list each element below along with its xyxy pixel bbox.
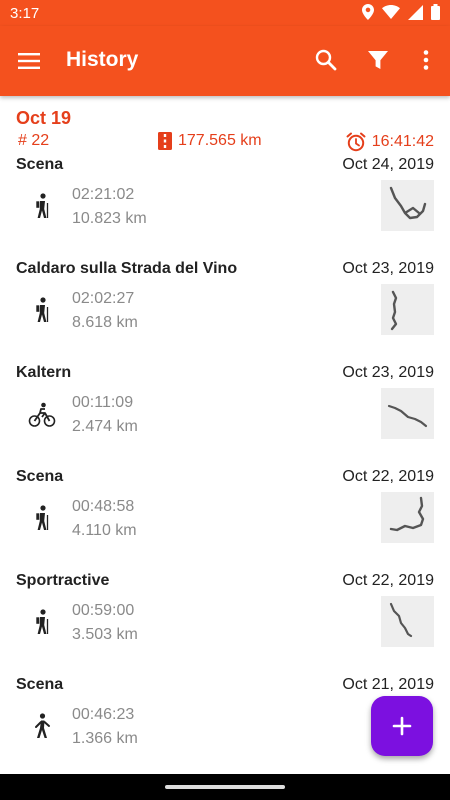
activity-duration: 00:59:00 [72, 602, 135, 619]
activity-distance: 10.823 km [72, 210, 147, 227]
search-button[interactable] [314, 48, 340, 74]
activity-duration: 00:46:23 [72, 706, 135, 723]
more-options-button[interactable] [414, 48, 438, 74]
activity-distance: 8.618 km [72, 314, 138, 331]
activity-list: Scena Oct 24, 2019 02:21:02 10.823 km Ca… [0, 156, 450, 774]
activity-date: Oct 23, 2019 [342, 260, 434, 277]
month-title: Oct 19 [16, 108, 72, 128]
hiking-icon [36, 297, 49, 322]
location-icon [362, 4, 374, 20]
add-activity-button[interactable] [371, 696, 433, 756]
activity-name: Caldaro sulla Strada del Vino [16, 260, 238, 277]
status-time: 3:17 [10, 5, 40, 22]
alarm-clock-icon [346, 132, 366, 152]
activity-name: Sportractive [16, 572, 110, 589]
route-thumbnail [381, 388, 434, 439]
activity-distance: 1.366 km [72, 730, 138, 747]
menu-button[interactable] [18, 49, 44, 73]
route-thumbnail [381, 492, 434, 543]
signal-icon [408, 4, 423, 20]
page-title: History [66, 48, 139, 71]
activity-date: Oct 24, 2019 [342, 156, 434, 173]
activity-duration: 00:48:58 [72, 498, 135, 515]
activity-date: Oct 21, 2019 [342, 676, 434, 693]
activity-duration: 00:11:09 [72, 394, 134, 411]
activity-name: Kaltern [16, 364, 72, 381]
walking-icon [35, 713, 50, 738]
filter-button[interactable] [366, 48, 392, 74]
activity-date: Oct 22, 2019 [342, 468, 434, 485]
activity-name: Scena [16, 676, 64, 693]
route-thumbnail [381, 284, 434, 335]
status-bar: 3:17 [0, 0, 450, 26]
total-duration: 16:41:42 [346, 132, 434, 152]
activity-count-label: # 22 [18, 132, 50, 149]
activity-distance: 4.110 km [72, 522, 137, 539]
activity-distance: 3.503 km [72, 626, 138, 643]
distance-icon [158, 132, 172, 150]
activity-name: Scena [16, 156, 64, 173]
month-summary: Oct 19 # 22 177.565 km 16:41:42 [0, 96, 450, 156]
home-gesture-handle[interactable] [165, 785, 285, 789]
activity-item[interactable]: Sportractive Oct 22, 2019 00:59:00 3.503… [0, 572, 450, 676]
activity-item[interactable]: Kaltern Oct 23, 2019 00:11:09 2.474 km [0, 364, 450, 468]
hiking-icon [36, 505, 49, 530]
total-duration-value: 16:41:42 [371, 133, 434, 150]
activity-distance: 2.474 km [72, 418, 138, 435]
hiking-icon [36, 609, 49, 634]
battery-icon [431, 4, 440, 20]
app-bar: History [0, 26, 450, 96]
wifi-icon [382, 5, 400, 19]
activity-duration: 02:02:27 [72, 290, 135, 307]
activity-duration: 02:21:02 [72, 186, 135, 203]
activity-item[interactable]: Scena Oct 22, 2019 00:48:58 4.110 km [0, 468, 450, 572]
route-thumbnail [381, 596, 434, 647]
status-icons [362, 4, 440, 20]
route-thumbnail [381, 180, 434, 231]
search-icon [315, 49, 337, 71]
filter-icon [368, 51, 388, 69]
activity-count: # 22 [18, 132, 49, 150]
activity-date: Oct 23, 2019 [342, 364, 434, 381]
total-distance: 177.565 km [158, 132, 262, 150]
activity-item[interactable]: Caldaro sulla Strada del Vino Oct 23, 20… [0, 260, 450, 364]
system-nav-bar [0, 774, 450, 800]
more-vert-icon [423, 50, 429, 70]
total-distance-value: 177.565 km [178, 132, 262, 149]
activity-date: Oct 22, 2019 [342, 572, 434, 589]
cycling-icon [28, 402, 56, 427]
activity-name: Scena [16, 468, 64, 485]
activity-item[interactable]: Scena Oct 24, 2019 02:21:02 10.823 km [0, 156, 450, 260]
menu-icon [18, 53, 40, 69]
hiking-icon [36, 193, 49, 218]
plus-icon [392, 716, 412, 736]
